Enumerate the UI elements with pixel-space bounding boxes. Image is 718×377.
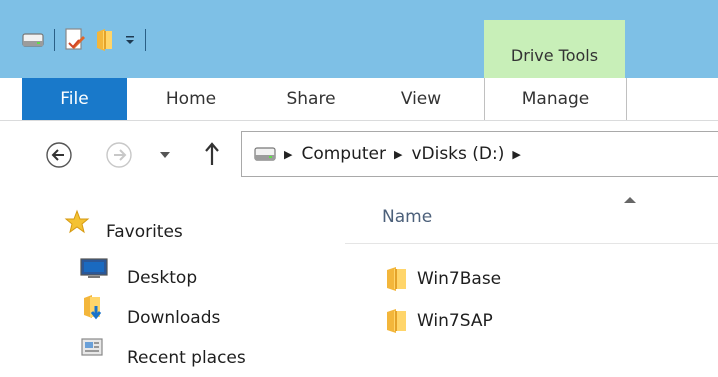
sidebar-item-desktop[interactable]: Desktop	[80, 258, 198, 288]
customize-qat-icon[interactable]	[125, 34, 135, 46]
forward-button[interactable]	[105, 141, 133, 169]
recent-places-icon	[81, 338, 103, 356]
properties-icon[interactable]	[65, 28, 85, 52]
qat-separator	[54, 29, 55, 51]
address-bar[interactable]: ▶ Computer ▶ vDisks (D:) ▶	[241, 131, 718, 177]
file-name: Win7Base	[417, 269, 502, 289]
tab-share[interactable]: Share	[268, 78, 354, 120]
breadcrumb-computer[interactable]: Computer	[301, 144, 386, 164]
list-item[interactable]: Win7Base	[385, 266, 501, 292]
list-item[interactable]: Win7SAP	[385, 308, 493, 334]
sidebar-item-recent-places[interactable]: Recent places	[80, 338, 246, 368]
qat-separator-2	[145, 29, 146, 51]
up-button[interactable]	[203, 141, 221, 167]
drive-icon[interactable]	[22, 33, 44, 47]
column-header-row: Name	[345, 195, 718, 244]
downloads-folder-icon	[84, 295, 102, 320]
sidebar-item-label: Recent places	[127, 348, 246, 368]
tab-file[interactable]: File	[22, 78, 127, 120]
sidebar-item-label: Favorites	[106, 222, 183, 242]
tab-manage[interactable]: Manage	[484, 78, 627, 120]
star-icon	[64, 209, 90, 234]
breadcrumb-arrow-icon[interactable]: ▶	[512, 148, 520, 161]
file-name: Win7SAP	[417, 311, 493, 331]
breadcrumb-arrow-icon[interactable]: ▶	[284, 148, 292, 161]
ribbon-tabs: File Home Share View Manage	[0, 78, 718, 121]
recent-locations-chevron-icon[interactable]	[159, 150, 171, 160]
sidebar-item-label: Desktop	[127, 268, 198, 288]
folder-icon	[387, 267, 406, 291]
tab-home[interactable]: Home	[148, 78, 234, 120]
back-button[interactable]	[45, 141, 73, 169]
desktop-icon	[80, 258, 108, 278]
breadcrumb-vdisks[interactable]: vDisks (D:)	[411, 144, 504, 164]
column-header-name[interactable]: Name	[382, 207, 432, 227]
tab-view[interactable]: View	[378, 78, 464, 120]
drive-icon	[254, 147, 276, 161]
sidebar-item-favorites[interactable]: Favorites	[64, 209, 183, 242]
breadcrumb-arrow-icon[interactable]: ▶	[394, 148, 402, 161]
drive-tools-context: Drive Tools	[484, 20, 625, 78]
sort-ascending-icon	[624, 197, 636, 203]
folder-icon	[387, 309, 406, 333]
quick-access-toolbar	[22, 24, 156, 56]
sidebar-item-label: Downloads	[127, 308, 221, 328]
breadcrumb: ▶ Computer ▶ vDisks (D:) ▶	[254, 132, 530, 176]
new-folder-icon[interactable]	[95, 28, 113, 52]
sidebar-item-downloads[interactable]: Downloads	[80, 295, 221, 328]
drive-tools-label: Drive Tools	[510, 46, 599, 65]
